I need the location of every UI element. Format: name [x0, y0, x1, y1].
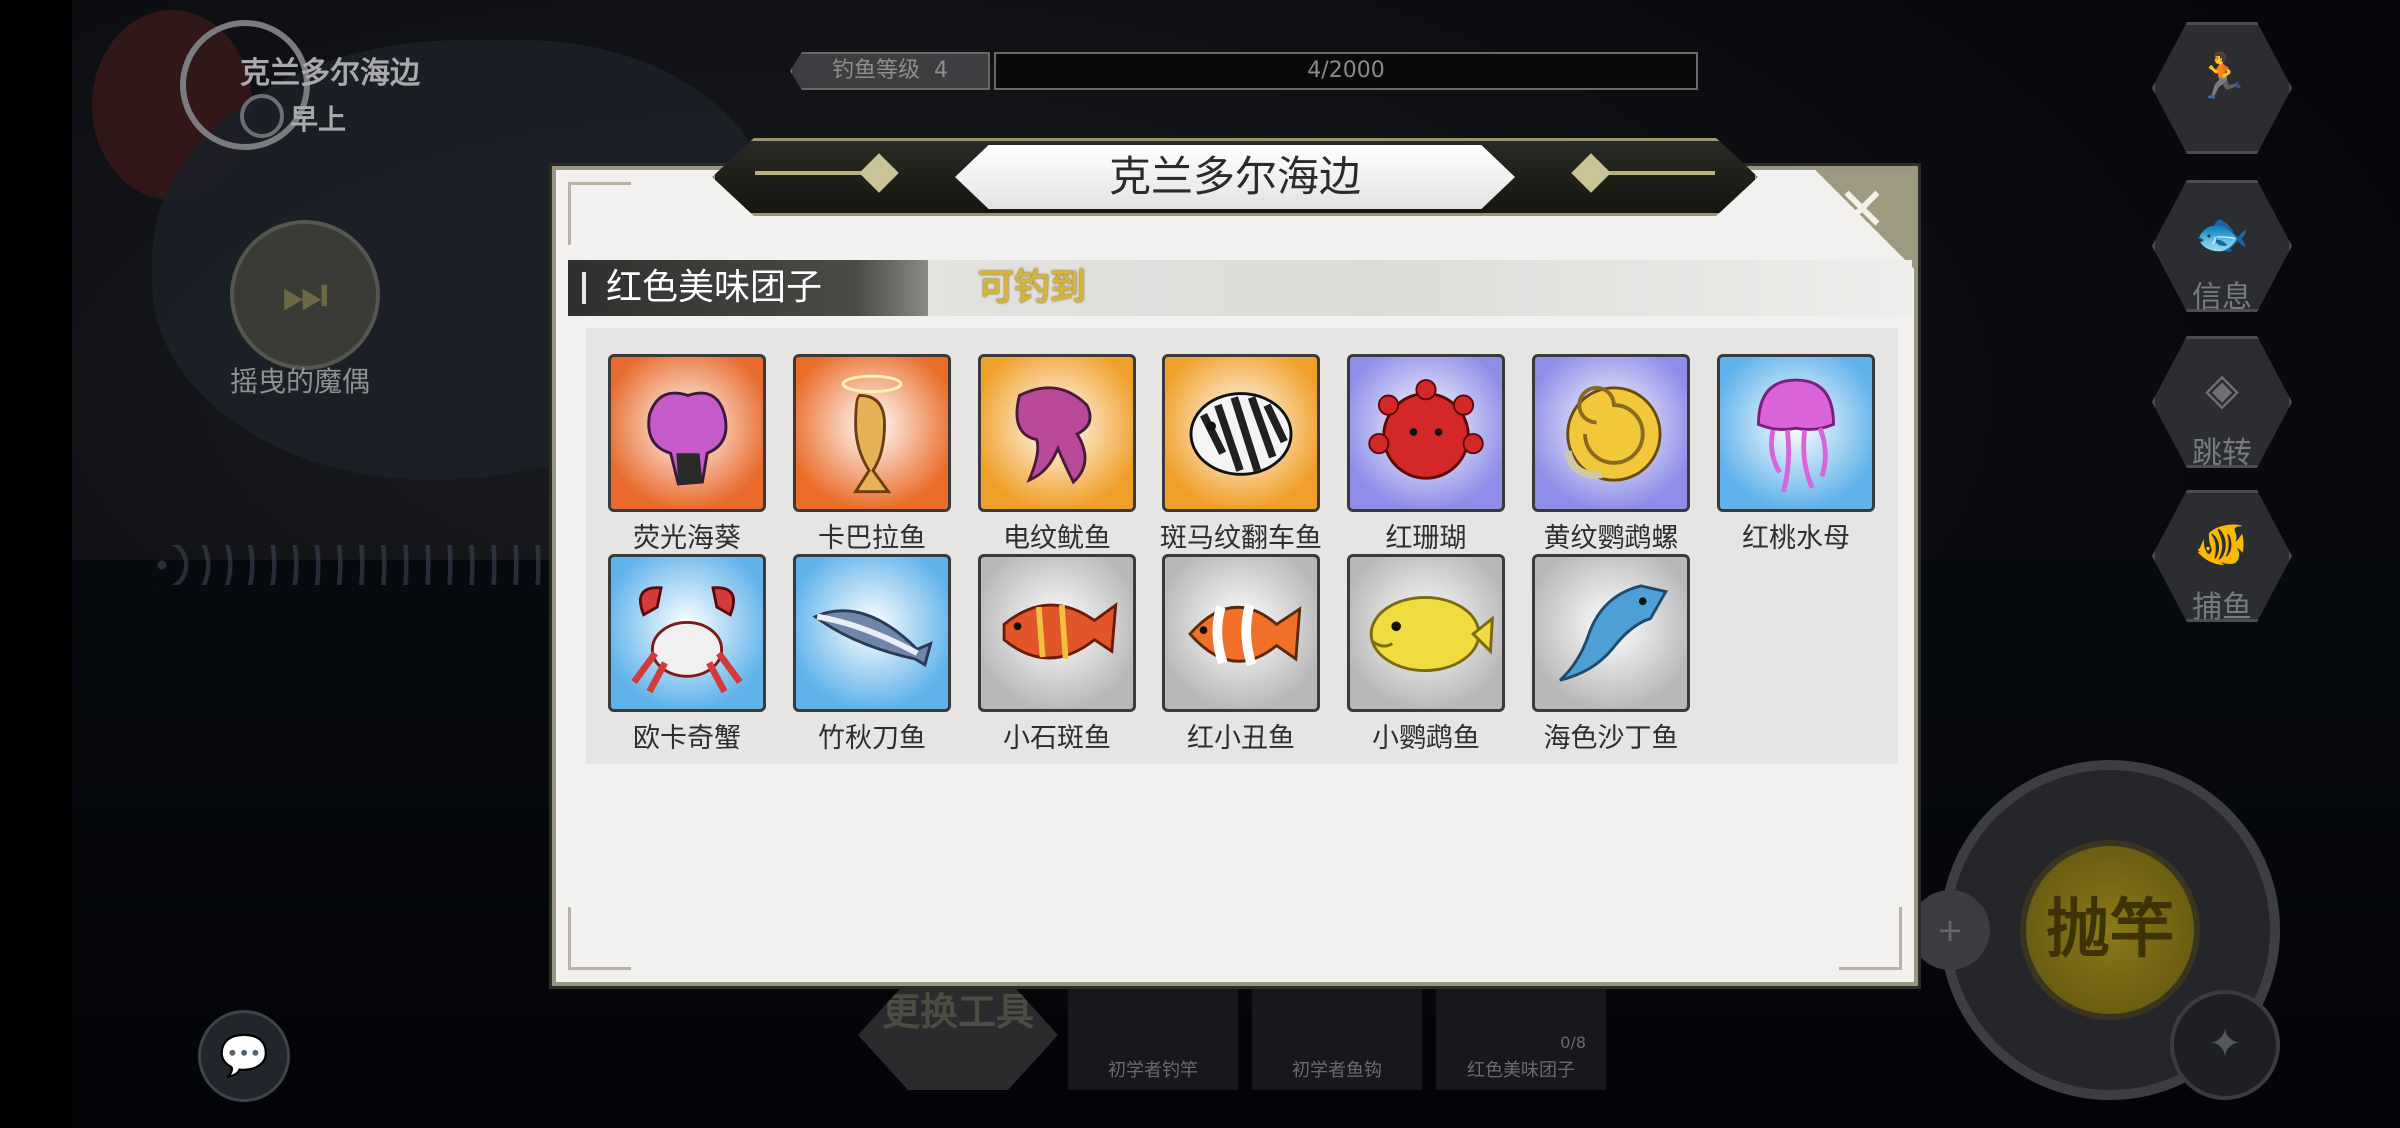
- coral-icon[interactable]: [1347, 354, 1505, 512]
- fish-card[interactable]: 卡巴拉鱼: [793, 354, 951, 554]
- fish-card[interactable]: 小石斑鱼: [978, 554, 1136, 754]
- location-name: 克兰多尔海边: [240, 56, 420, 91]
- catch-button[interactable]: 🐠 捕鱼: [2152, 490, 2292, 625]
- crab-icon[interactable]: [608, 554, 766, 712]
- catch-icon: 🐠: [2194, 519, 2250, 570]
- fishing-level-label: 钓鱼等级 4: [790, 52, 990, 90]
- close-icon: ✕: [1836, 175, 1888, 245]
- cast-wheel: + 抛竿 ✦: [1910, 700, 2300, 1120]
- fishing-level-bar: 钓鱼等级 4 4/2000: [790, 52, 1710, 90]
- music-title: 摇曳的魔偶: [230, 365, 371, 398]
- kabbalah-fish-icon[interactable]: [793, 354, 951, 512]
- modal-frame: ✕ 红色美味团子 可钓到 荧光海葵 卡巴拉鱼 电纹鱿鱼 斑马纹翻车鱼 红珊瑚 黄纹鹦鹉螺红…: [552, 166, 1918, 986]
- fish-card[interactable]: 小鹦鹉鱼: [1347, 554, 1505, 754]
- gear-plus-icon[interactable]: +: [1910, 890, 1990, 970]
- corner-ornament: [568, 182, 631, 245]
- jellyfish-icon-graphic: [1757, 378, 1835, 493]
- anemone-icon[interactable]: [608, 354, 766, 512]
- jellyfish-icon[interactable]: [1717, 354, 1875, 512]
- fish-name: 红珊瑚: [1385, 523, 1467, 554]
- nautilus-icon-graphic: [1563, 385, 1662, 482]
- fish-name: 欧卡奇蟹: [633, 723, 741, 754]
- parrotfish-icon[interactable]: [1347, 554, 1505, 712]
- fish-card[interactable]: 海色沙丁鱼: [1532, 554, 1690, 754]
- play-skip-icon: ⏭: [281, 265, 329, 325]
- diamond-ornament-icon: [859, 153, 899, 193]
- sardine-icon-graphic: [1559, 584, 1669, 682]
- fish-card[interactable]: 红珊瑚: [1347, 354, 1505, 554]
- fish-name: 卡巴拉鱼: [818, 523, 926, 554]
- info-button[interactable]: 🐟 信息: [2152, 180, 2292, 315]
- sunfish-icon[interactable]: [1162, 354, 1320, 512]
- modal-title-plate: 克兰多尔海边: [712, 138, 1758, 216]
- fish-card[interactable]: 红小丑鱼: [1162, 554, 1320, 754]
- fish-name: 电纹鱿鱼: [1003, 523, 1111, 554]
- saury-icon-graphic: [812, 609, 933, 667]
- modal-title: 克兰多尔海边: [1108, 152, 1361, 201]
- tool-slot-rod[interactable]: 初学者钓竿: [1068, 980, 1238, 1090]
- fish-grid-panel: 荧光海葵 卡巴拉鱼 电纹鱿鱼 斑马纹翻车鱼 红珊瑚 黄纹鹦鹉螺 红桃水母欧卡奇蟹 竹秋刀鱼 小石…: [586, 328, 1898, 764]
- fish-card[interactable]: 斑马纹翻车鱼: [1160, 354, 1322, 554]
- time-of-day: 早上: [290, 103, 347, 136]
- parrotfish-icon-graphic: [1369, 595, 1495, 672]
- grouper-icon-graphic: [1002, 602, 1118, 660]
- coral-icon-graphic: [1368, 379, 1484, 480]
- catchable-fish-modal: ✕ 红色美味团子 可钓到 荧光海葵 卡巴拉鱼 电纹鱿鱼 斑马纹翻车鱼 红珊瑚 黄纹鹦鹉螺红…: [552, 138, 1918, 986]
- compass-icon[interactable]: ✦: [2170, 990, 2280, 1100]
- fish-card[interactable]: 竹秋刀鱼: [793, 554, 951, 754]
- fish-name: 小鹦鹉鱼: [1372, 723, 1480, 754]
- corner-ornament: [568, 907, 631, 970]
- clownfish-icon-graphic: [1188, 603, 1302, 667]
- jump-button[interactable]: ◈ 跳转: [2152, 336, 2292, 471]
- sardine-icon[interactable]: [1532, 554, 1690, 712]
- exit-button[interactable]: 🏃: [2152, 22, 2292, 154]
- fish-name: 海色沙丁鱼: [1543, 723, 1679, 754]
- bait-name: 红色美味团子: [606, 267, 823, 308]
- fish-name: 斑马纹翻车鱼: [1160, 523, 1322, 554]
- tool-slot-hook[interactable]: 初学者鱼钩: [1252, 980, 1422, 1090]
- squid-icon[interactable]: [978, 354, 1136, 512]
- nautilus-icon[interactable]: [1532, 354, 1690, 512]
- grouper-icon[interactable]: [978, 554, 1136, 712]
- weather-icon: [240, 94, 284, 138]
- crystal-icon: ◈: [2205, 364, 2239, 415]
- fishing-exp-progress: 4/2000: [994, 52, 1698, 90]
- run-icon: 🏃: [2194, 51, 2250, 102]
- cast-button[interactable]: 抛竿: [2020, 840, 2200, 1020]
- diamond-ornament-icon: [1571, 153, 1611, 193]
- fish-card[interactable]: 荧光海葵: [608, 354, 766, 554]
- chat-button[interactable]: 💬: [198, 1010, 290, 1102]
- location-badge: 克兰多尔海边 早上: [180, 20, 440, 150]
- fish-card[interactable]: 电纹鱿鱼: [978, 354, 1136, 554]
- squid-icon-graphic: [1015, 386, 1092, 485]
- crab-icon-graphic: [631, 586, 743, 694]
- kabbalah-fish-icon-graphic: [841, 374, 903, 494]
- fish-name: 黄纹鹦鹉螺: [1543, 523, 1679, 554]
- fish-card[interactable]: 红桃水母: [1717, 354, 1875, 554]
- catchable-label: 可钓到: [978, 267, 1087, 308]
- fishing-level-value: 4: [934, 58, 948, 83]
- fish-card[interactable]: 欧卡奇蟹: [608, 554, 766, 754]
- fish-name: 红桃水母: [1742, 523, 1850, 554]
- bait-section-header: 红色美味团子 可钓到: [568, 260, 1912, 316]
- corner-ornament: [1839, 907, 1902, 970]
- clownfish-icon[interactable]: [1162, 554, 1320, 712]
- tool-slot-bait[interactable]: 0/8 红色美味团子: [1436, 980, 1606, 1090]
- fish-name: 红小丑鱼: [1187, 723, 1295, 754]
- fish-name: 小石斑鱼: [1003, 723, 1111, 754]
- music-player-button[interactable]: ⏭: [230, 220, 380, 370]
- tool-bar: 更换工具 初学者钓竿 初学者鱼钩 0/8 红色美味团子: [858, 980, 1638, 1090]
- fish-name: 荧光海葵: [633, 523, 741, 554]
- chat-icon: 💬: [219, 1033, 269, 1079]
- background-flowers: [152, 545, 572, 585]
- change-tools-button[interactable]: 更换工具: [858, 980, 1058, 1090]
- anemone-icon-graphic: [647, 391, 728, 486]
- close-button[interactable]: ✕: [1834, 180, 1890, 240]
- saury-icon[interactable]: [793, 554, 951, 712]
- fish-name: 竹秋刀鱼: [818, 723, 926, 754]
- fish-info-icon: 🐟: [2194, 209, 2250, 260]
- sunfish-icon-graphic: [1189, 392, 1293, 476]
- fish-card[interactable]: 黄纹鹦鹉螺: [1532, 354, 1690, 554]
